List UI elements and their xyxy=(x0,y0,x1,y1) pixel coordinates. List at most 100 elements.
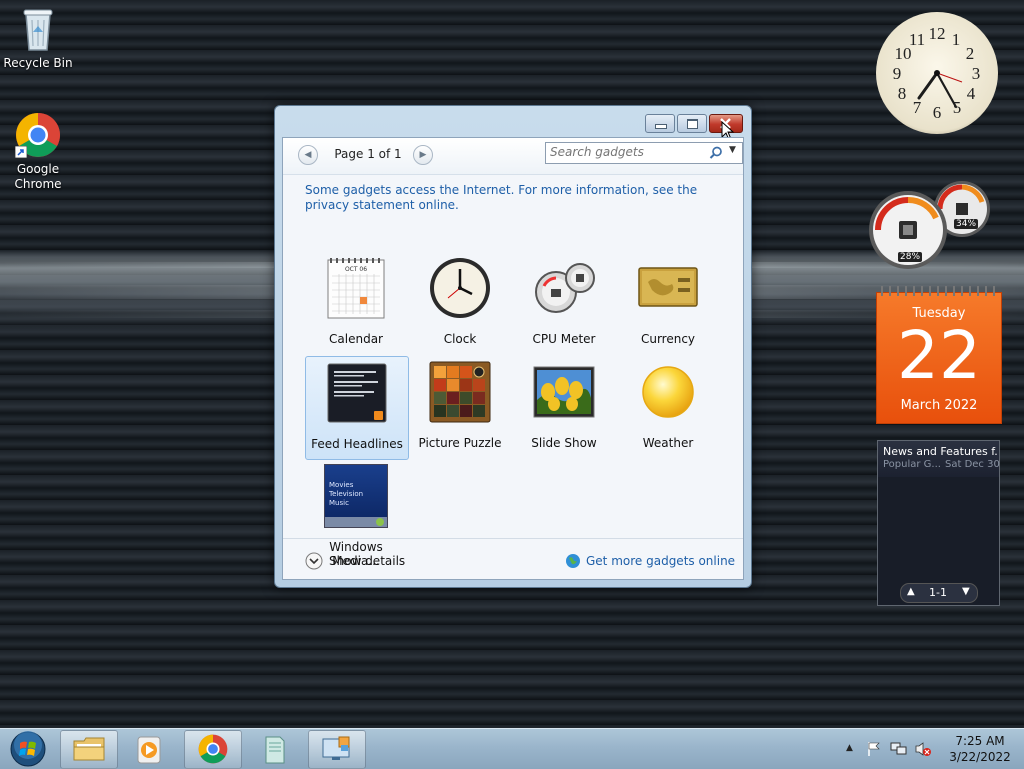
desktop-icon-recycle-bin[interactable]: Recycle Bin xyxy=(0,6,76,70)
document-icon xyxy=(265,736,285,764)
gadget-label: CPU Meter xyxy=(532,332,596,346)
previous-page-button[interactable]: ◀ xyxy=(298,145,318,165)
show-details-label: Show details xyxy=(329,554,406,568)
gadget-item-feed-headlines[interactable]: Feed Headlines xyxy=(305,356,409,460)
maximize-button[interactable] xyxy=(677,114,707,133)
network-icon[interactable] xyxy=(890,741,908,757)
feed-pager-label: 1-1 xyxy=(929,586,947,599)
clock-number: 1 xyxy=(952,30,961,49)
chevron-down-circle-icon xyxy=(305,552,323,570)
minimize-button[interactable] xyxy=(645,114,675,133)
search-input[interactable] xyxy=(546,143,700,161)
calendar-spiral xyxy=(881,286,997,296)
gadget-item-currency[interactable]: Currency xyxy=(617,252,719,354)
system-tray: ▲ 7:25 AM 3/22/2022 xyxy=(840,729,1024,769)
currency-gadget-icon xyxy=(638,267,698,307)
chevron-right-icon: ▶ xyxy=(419,150,427,160)
gadget-label: Feed Headlines xyxy=(311,437,403,451)
windows-start-orb-icon xyxy=(10,731,46,767)
clock-number: 8 xyxy=(898,84,907,103)
search-dropdown-icon[interactable]: ▼ xyxy=(729,145,736,155)
gadget-item-calendar[interactable]: OCT 06 Calendar xyxy=(305,252,407,354)
clock-hour-hand xyxy=(917,71,939,100)
taskbar-document-button[interactable] xyxy=(246,730,304,769)
minimize-icon xyxy=(655,124,667,129)
feed-pager: ▲ 1-1 ▼ xyxy=(900,583,978,603)
action-center-flag-icon[interactable] xyxy=(866,741,882,757)
taskbar: ▲ 7:25 AM 3/22/2022 xyxy=(0,728,1024,769)
media-player-icon xyxy=(137,736,161,764)
folder-icon xyxy=(73,737,105,761)
maximize-icon xyxy=(687,119,698,129)
desktop-icon-label: Recycle Bin xyxy=(3,56,73,70)
search-icon[interactable] xyxy=(709,146,723,160)
feed-item[interactable]: News and Features f... Popular G... Sat … xyxy=(878,441,1000,477)
windows-media-center-gadget-icon: Movies Television Music xyxy=(324,464,388,528)
cpu-meter-gadget-icon xyxy=(535,263,595,313)
calendar-gadget-icon: OCT 06 xyxy=(327,258,385,319)
desktop-cpu-meter-gadget[interactable]: 28% 34% xyxy=(866,176,996,272)
gadget-item-picture-puzzle[interactable]: Picture Puzzle xyxy=(409,356,511,458)
taskbar-chrome-button[interactable] xyxy=(184,730,242,769)
feed-item-source: Popular G... xyxy=(883,459,941,470)
clock-area[interactable]: 7:25 AM 3/22/2022 xyxy=(940,733,1020,765)
taskbar-media-player-button[interactable] xyxy=(120,730,178,769)
clock-number: 2 xyxy=(966,44,975,63)
get-more-label: Get more gadgets online xyxy=(586,554,736,568)
gadgets-icon xyxy=(322,736,350,760)
clock-face: 12 1 2 3 4 5 6 7 8 9 10 11 xyxy=(893,24,981,122)
taskbar-date: 3/22/2022 xyxy=(949,750,1011,764)
chrome-icon xyxy=(15,112,61,160)
taskbar-explorer-button[interactable] xyxy=(60,730,118,769)
cpu-percent-label: 28% xyxy=(898,252,923,262)
gadget-item-weather[interactable]: Weather xyxy=(617,356,719,458)
wmc-thumb-line: Music xyxy=(329,499,349,507)
calendar-month-year: March 2022 xyxy=(900,398,978,413)
chrome-label-line2: Chrome xyxy=(14,177,62,191)
privacy-info-text[interactable]: Some gadgets access the Internet. For mo… xyxy=(305,183,725,213)
desktop-clock-gadget[interactable]: 12 1 2 3 4 5 6 7 8 9 10 11 xyxy=(876,12,998,134)
gallery-footer: Show details Get more gadgets online xyxy=(283,538,743,580)
chrome-icon xyxy=(198,734,228,764)
clock-number: 6 xyxy=(933,103,942,122)
desktop-icon-label: Google Chrome xyxy=(0,162,76,192)
gadget-item-slide-show[interactable]: Slide Show xyxy=(513,356,615,458)
get-more-gadgets-link[interactable]: Get more gadgets online xyxy=(565,552,735,572)
desktop-calendar-gadget[interactable]: Tuesday 22 March 2022 xyxy=(876,286,1002,424)
next-page-button[interactable]: ▶ xyxy=(413,145,433,165)
clock-number: 7 xyxy=(913,98,922,117)
gadget-item-cpu-meter[interactable]: CPU Meter xyxy=(513,252,615,354)
weather-gadget-icon xyxy=(642,366,694,418)
chevron-left-icon: ◀ xyxy=(304,150,312,160)
clock-number: 4 xyxy=(967,84,976,103)
search-box: ▼ xyxy=(545,142,743,164)
start-button[interactable] xyxy=(6,729,52,769)
gadget-gallery-window: ◀ Page 1 of 1 ▶ ▼ Some gadgets access th… xyxy=(274,105,752,588)
picture-puzzle-gadget-icon xyxy=(429,361,491,423)
calendar-thumb-month: OCT 06 xyxy=(345,266,367,273)
clock-number: 12 xyxy=(929,24,946,43)
gadget-label: Clock xyxy=(443,332,477,346)
taskbar-gadgets-button[interactable] xyxy=(308,730,366,769)
show-hidden-icons-icon[interactable]: ▲ xyxy=(846,743,853,753)
feed-previous-icon[interactable]: ▲ xyxy=(907,586,915,597)
feed-item-date: Sat Dec 30 xyxy=(945,459,1000,470)
gadget-label: Picture Puzzle xyxy=(418,436,502,450)
volume-muted-icon[interactable] xyxy=(914,741,932,757)
gallery-toolbar: ◀ Page 1 of 1 ▶ ▼ xyxy=(283,138,743,175)
desktop-icon-google-chrome[interactable]: Google Chrome xyxy=(0,112,76,192)
feed-item-title: News and Features f... xyxy=(883,445,997,458)
desktop-feed-headlines-gadget[interactable]: News and Features f... Popular G... Sat … xyxy=(877,440,1000,606)
gadget-label: Calendar xyxy=(329,332,383,346)
gadget-label: Currency xyxy=(640,332,696,346)
memory-percent-label: 34% xyxy=(954,219,979,229)
gadget-item-clock[interactable]: Clock xyxy=(409,252,511,354)
wmc-thumb-line: Television xyxy=(329,490,364,498)
globe-icon xyxy=(566,554,580,568)
feed-headlines-gadget-icon xyxy=(327,363,387,423)
clock-number: 9 xyxy=(893,64,902,83)
gadget-label: Weather xyxy=(642,436,694,450)
feed-next-icon[interactable]: ▼ xyxy=(962,586,970,597)
clock-number: 3 xyxy=(972,64,981,83)
gadget-gallery-content: ◀ Page 1 of 1 ▶ ▼ Some gadgets access th… xyxy=(282,137,744,580)
